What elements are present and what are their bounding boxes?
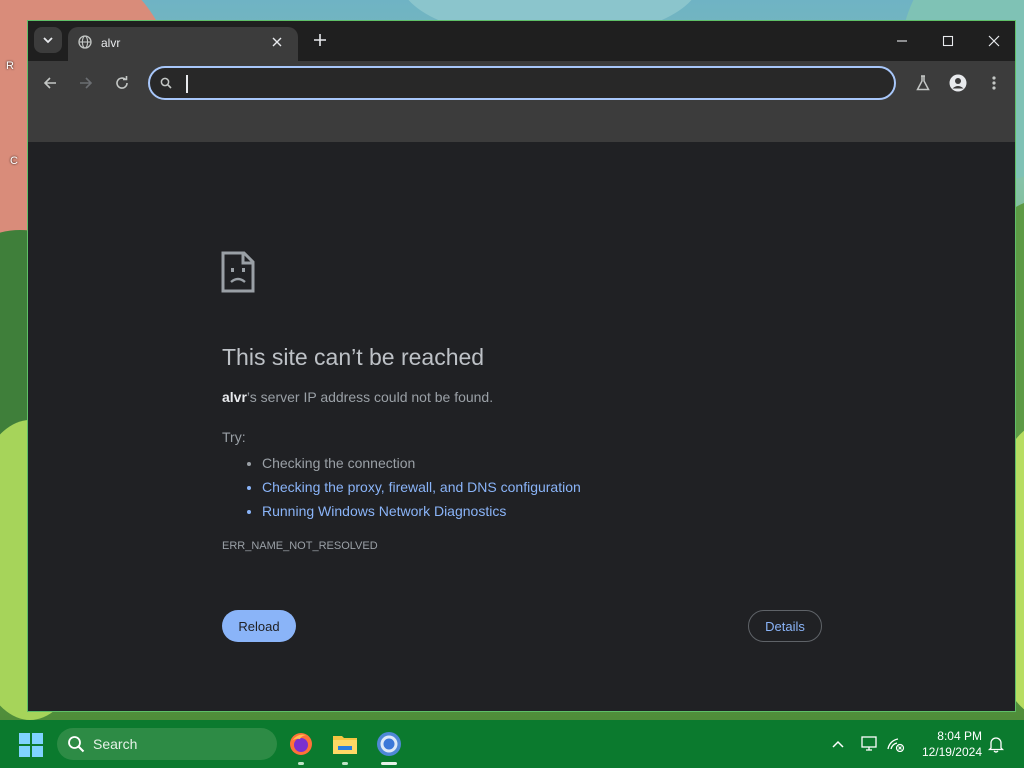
minimize-icon: [897, 40, 907, 42]
tab-title: alvr: [101, 36, 121, 50]
globe-icon: [78, 35, 92, 49]
tab-strip: alvr: [28, 21, 1015, 61]
plus-icon: [314, 34, 326, 46]
monitor-icon: [861, 736, 877, 751]
details-button[interactable]: Details: [748, 610, 822, 642]
browser-toolbar: [28, 61, 1015, 105]
suggestion-list: Checking the connection Checking the pro…: [244, 451, 581, 523]
error-code: ERR_NAME_NOT_RESOLVED: [222, 540, 378, 552]
close-window-button[interactable]: [982, 29, 1006, 53]
forward-icon: [80, 77, 93, 89]
maximize-button[interactable]: [936, 29, 960, 53]
browser-menu-button[interactable]: [982, 71, 1006, 95]
windows-icon[interactable]: [18, 732, 44, 758]
new-tab-button[interactable]: [310, 30, 330, 50]
maximize-icon: [942, 35, 954, 47]
active-indicator: [381, 762, 397, 765]
suggestion-network-diagnostics-link[interactable]: Running Windows Network Diagnostics: [262, 499, 581, 523]
forward-button[interactable]: [74, 71, 98, 95]
taskbar-search[interactable]: Search: [57, 728, 277, 760]
clock-time: 8:04 PM: [937, 729, 982, 743]
close-icon: [272, 37, 282, 47]
taskbar: Search 8:04 PM 12/19/2024: [0, 720, 1024, 768]
sad-page-icon: [221, 251, 255, 293]
profile-icon: [949, 74, 967, 92]
taskbar-clock[interactable]: 8:04 PM 12/19/2024: [922, 728, 982, 760]
taskbar-chrome[interactable]: [373, 728, 405, 765]
error-title: This site can’t be reached: [222, 344, 485, 370]
back-icon: [43, 77, 56, 89]
page-content: This site can’t be reached alvr’s server…: [28, 142, 1015, 711]
address-input[interactable]: [184, 73, 878, 95]
profile-button[interactable]: [946, 71, 970, 95]
error-description: alvr’s server IP address could not be fo…: [222, 389, 493, 405]
labs-button[interactable]: [911, 71, 935, 95]
browser-window: alvr This site can’t be reached alvr’s s…: [27, 20, 1016, 712]
search-icon: [68, 736, 85, 753]
chrome-icon: [377, 732, 401, 756]
taskbar-firefox[interactable]: [285, 728, 317, 765]
notifications-button[interactable]: [986, 734, 1006, 754]
notification-icon: [988, 737, 1004, 753]
clock-date: 12/19/2024: [921, 745, 982, 759]
bookmark-bar: [28, 105, 1015, 142]
tab-alvr[interactable]: alvr: [68, 27, 298, 61]
chevron-up-icon: [832, 740, 844, 748]
text-caret: [186, 75, 188, 93]
network-tray-button[interactable]: [886, 734, 906, 754]
tab-search-button[interactable]: [34, 27, 62, 53]
tab-close-button[interactable]: [268, 33, 286, 51]
running-indicator: [342, 762, 348, 765]
desktop-icon-label-fragment: C: [10, 155, 18, 167]
suggestion-check-connection: Checking the connection: [262, 451, 581, 475]
close-icon: [988, 35, 1000, 47]
show-hidden-icons-button[interactable]: [828, 734, 848, 754]
file-explorer-icon: [333, 736, 357, 754]
network-icon: [887, 738, 905, 752]
suggestion-check-proxy-link[interactable]: Checking the proxy, firewall, and DNS co…: [262, 475, 581, 499]
minimize-button[interactable]: [890, 29, 914, 53]
tab-search-icon: [43, 37, 53, 44]
flask-icon: [916, 75, 930, 91]
error-description-text: ’s server IP address could not be found.: [246, 389, 494, 405]
desktop-icon-label-fragment: R: [6, 60, 14, 72]
running-indicator: [298, 762, 304, 765]
firefox-icon: [290, 733, 312, 755]
search-icon: [160, 77, 172, 89]
address-bar[interactable]: [148, 66, 896, 100]
display-tray-button[interactable]: [860, 734, 880, 754]
error-host: alvr: [222, 389, 247, 405]
reload-button[interactable]: [110, 71, 134, 95]
back-button[interactable]: [38, 71, 62, 95]
more-icon: [992, 76, 996, 90]
taskbar-search-label: Search: [93, 736, 138, 752]
try-label: Try:: [222, 429, 246, 445]
taskbar-file-explorer[interactable]: [329, 728, 361, 765]
reload-page-button[interactable]: Reload: [222, 610, 296, 642]
reload-icon: [116, 76, 128, 89]
